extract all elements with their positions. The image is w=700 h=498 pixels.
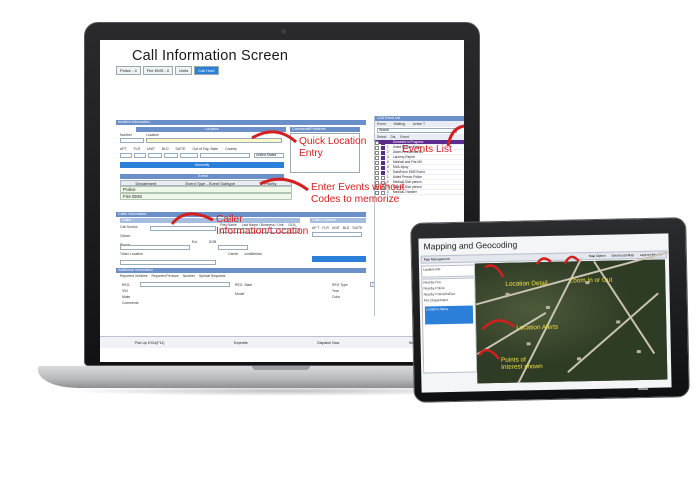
laptop-camera — [281, 29, 286, 34]
arrow-quick-location — [251, 130, 298, 144]
arrow-caller-info — [170, 212, 214, 225]
arrow-location-alerts — [481, 319, 516, 331]
laptop-screen: Call Information Screen Police - 4 Fire … — [100, 40, 464, 362]
laptop-callout-arrows — [170, 124, 464, 225]
arrow-events-list — [446, 124, 464, 147]
arrow-location-detail — [484, 264, 505, 278]
arrow-enter-events — [259, 177, 309, 192]
arrow-zoom-out — [563, 255, 580, 265]
tablet-callout-arrows — [477, 255, 580, 360]
tablet-screen: Mapping and Geocoding Map Management Map… — [418, 233, 672, 393]
arrow-poi — [477, 348, 500, 360]
arrow-zoom-in — [535, 257, 552, 265]
laptop-notch — [252, 366, 310, 370]
tablet-home-indicator — [638, 388, 648, 390]
